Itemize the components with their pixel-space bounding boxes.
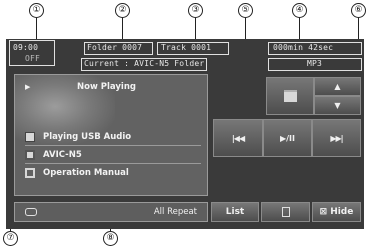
callout-5: ⑤ <box>238 3 253 18</box>
callout-2: ② <box>115 3 130 18</box>
list-item-label: AVIC-N5 <box>43 149 82 160</box>
folder-number-text: Folder 0007 <box>87 43 143 52</box>
play-pause-icon: ▶/II <box>279 133 296 143</box>
repeat-bar[interactable]: All Repeat <box>14 202 208 222</box>
av-source-screen: 09:00 OFF Folder 0007 Track 0001 000min … <box>6 39 364 229</box>
now-playing-row: ▶ Now Playing <box>25 82 201 94</box>
list-item-label: Operation Manual <box>43 167 129 178</box>
folder-list-icon <box>25 149 35 160</box>
callout-6: ⑥ <box>351 3 366 18</box>
folder-down-button[interactable]: ▼ <box>314 96 361 115</box>
clock-box: 09:00 OFF <box>9 40 55 66</box>
disc-icon <box>25 167 35 178</box>
current-folder-box: Current : AVIC-N5 Folder <box>81 58 207 71</box>
callout-3: ③ <box>188 3 203 18</box>
now-playing-panel: ▶ Now Playing Playing USB Audio AVIC-N5 … <box>14 74 208 196</box>
play-indicator-icon: ▶ <box>25 83 31 91</box>
current-folder-text: Current : AVIC-N5 Folder <box>84 59 205 68</box>
track-number-text: Track 0001 <box>161 43 212 52</box>
list-item-label: Playing USB Audio <box>43 131 132 142</box>
function-menu-icon <box>281 207 290 217</box>
arrow-up-icon: ▲ <box>334 82 341 91</box>
play-pause-button[interactable]: ▶/II <box>263 119 312 157</box>
play-time-text: 000min 42sec <box>273 43 334 52</box>
format-text: MP3 <box>307 59 323 68</box>
usb-audio-icon <box>25 131 35 142</box>
callout-1: ① <box>29 3 44 18</box>
repeat-icon <box>25 208 37 216</box>
previous-icon: |◀◀ <box>231 133 245 143</box>
hide-button-label: Hide <box>330 207 354 217</box>
hide-button[interactable]: ⊠ Hide <box>312 202 361 222</box>
folder-icon <box>283 90 297 102</box>
next-icon: ▶▶| <box>330 133 343 143</box>
list-button[interactable]: List <box>211 202 259 222</box>
callout-8: ⑧ <box>103 231 118 246</box>
callout-7: ⑦ <box>3 231 18 246</box>
hide-icon: ⊠ <box>319 207 328 217</box>
next-track-button[interactable]: ▶▶| <box>312 119 361 157</box>
list-item-usb-audio[interactable]: Playing USB Audio <box>25 128 201 146</box>
callout-4: ④ <box>292 3 307 18</box>
list-item-device[interactable]: AVIC-N5 <box>25 146 201 164</box>
repeat-mode-label: All Repeat <box>153 207 197 217</box>
previous-track-button[interactable]: |◀◀ <box>213 119 263 157</box>
arrow-down-icon: ▼ <box>334 101 341 110</box>
play-time-box: 000min 42sec <box>268 42 362 55</box>
folder-button[interactable] <box>266 77 314 115</box>
folder-up-button[interactable]: ▲ <box>314 77 361 96</box>
clock-text: 09:00 <box>13 43 39 52</box>
folder-number-box: Folder 0007 <box>84 42 153 55</box>
function-menu-button[interactable] <box>261 202 310 222</box>
list-button-label: List <box>225 207 245 217</box>
track-number-box: Track 0001 <box>157 42 229 55</box>
format-box: MP3 <box>268 58 362 71</box>
now-playing-label: Now Playing <box>77 82 136 92</box>
clock-mode-text: OFF <box>25 54 41 63</box>
list-item-manual[interactable]: Operation Manual <box>25 164 201 181</box>
